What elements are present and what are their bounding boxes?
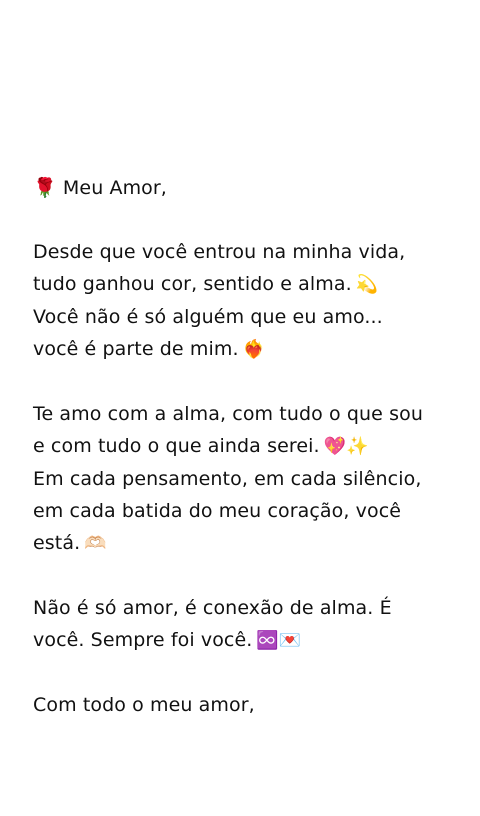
paragraph-1-line-1: Desde que você entrou na minha vida, [33,241,406,263]
sparkling-heart-icon: 💖✨ [323,436,369,457]
paragraph-1-line-3: Você não é só alguém que eu amo... [33,306,383,328]
dizzy-star-icon: 💫 [355,274,379,295]
note-screen: 🌹 Meu Amor, Desde que você entrou na min… [0,0,480,816]
paragraph-3-line-2: você. Sempre foi você. ♾️💌 [33,629,302,651]
paragraph-2-line-5: está. 🫶🏻 [33,532,107,554]
infinity-love-letter-icon: ♾️💌 [256,630,302,651]
paragraph-1-line-2: tudo ganhou cor, sentido e alma. 💫 [33,273,379,295]
paragraph-1-line-4: você é parte de mim. ❤️‍🔥 [33,338,266,360]
greeting-line: 🌹 Meu Amor, [33,172,453,204]
paragraph-3-line-1: Não é só amor, é conexão de alma. É [33,597,392,619]
paragraph-2-line-4: em cada batida do meu coração, você [33,500,402,522]
paragraph-2-line-3: Em cada pensamento, em cada silêncio, [33,468,422,490]
paragraph-2-line-2: e com tudo o que ainda serei. 💖✨ [33,435,369,457]
heart-on-fire-icon: ❤️‍🔥 [242,339,266,360]
heart-hands-icon: 🫶🏻 [84,533,107,554]
paragraph-2-line-1: Te amo com a alma, com tudo o que sou [33,403,423,425]
greeting-text: Meu Amor, [62,177,167,199]
rose-icon: 🌹 [33,177,57,199]
love-letter: 🌹 Meu Amor, Desde que você entrou na min… [33,172,453,721]
closing-line: Com todo o meu amor, [33,694,255,716]
